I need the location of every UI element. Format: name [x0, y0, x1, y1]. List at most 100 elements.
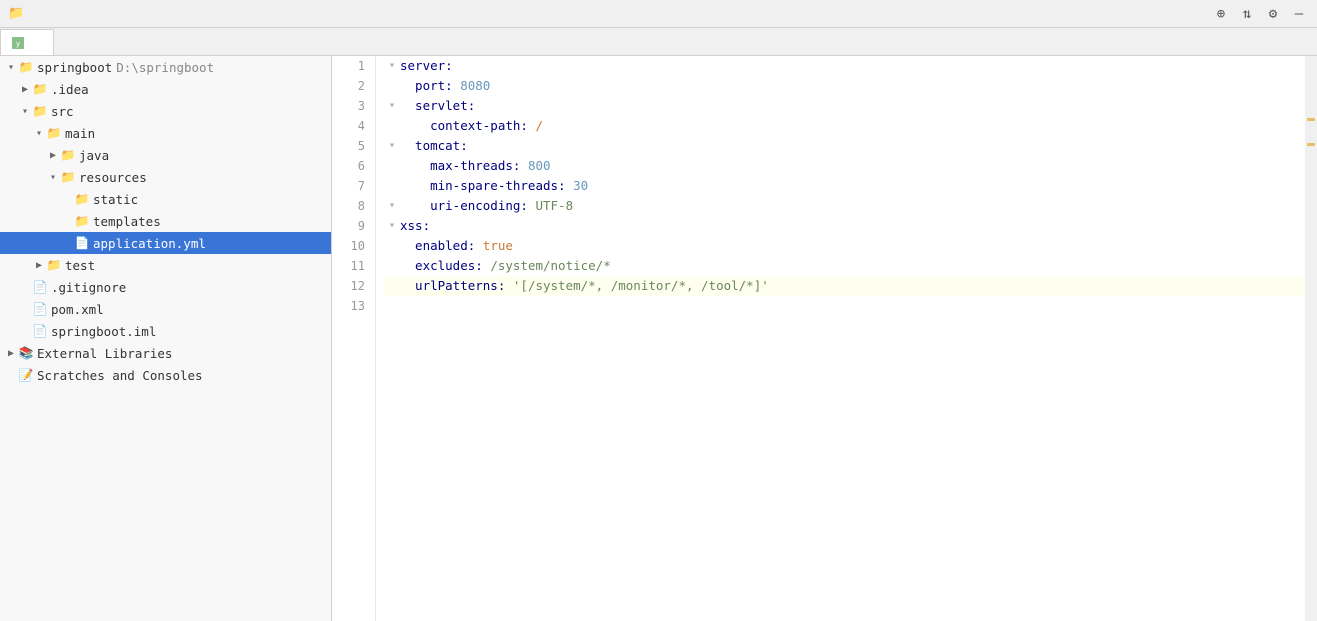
sidebar-item-test[interactable]: ▶📁test: [0, 254, 331, 276]
code-line-10: enabled: true: [384, 236, 1305, 256]
sidebar-item-gitignore[interactable]: 📄.gitignore: [0, 276, 331, 298]
toolbar-minimize-btn[interactable]: —: [1289, 4, 1309, 24]
code-line-4: context-path: /: [384, 116, 1305, 136]
code-line-5: ▾ tomcat:: [384, 136, 1305, 156]
fold-gutter-3[interactable]: ▾: [384, 96, 400, 116]
toolbar-add-btn[interactable]: ⊕: [1211, 4, 1231, 24]
tree-label-templates: templates: [93, 214, 161, 229]
code-segment: true: [483, 236, 513, 256]
sidebar-item-main[interactable]: ▾📁main: [0, 122, 331, 144]
tab-bar: y: [0, 28, 1317, 56]
line-number-8: 8: [332, 196, 369, 216]
gutter-mark-2: [1307, 143, 1315, 146]
code-line-12: urlPatterns: '[/system/*, /monitor/*, /t…: [384, 276, 1305, 296]
line-number-2: 2: [332, 76, 369, 96]
tree-arrow-idea[interactable]: ▶: [18, 84, 32, 95]
sidebar-item-idea[interactable]: ▶📁.idea: [0, 78, 331, 100]
tree-label-springboot-root: springboot: [37, 60, 112, 75]
tree-label-resources: resources: [79, 170, 147, 185]
tree-label-src: src: [51, 104, 74, 119]
code-segment: server:: [400, 56, 453, 76]
code-line-11: excludes: /system/notice/*: [384, 256, 1305, 276]
project-icon: 📁: [18, 59, 34, 75]
yaml-file-icon: y: [11, 36, 25, 50]
code-line-6: max-threads: 800: [384, 156, 1305, 176]
code-segment: xss:: [400, 216, 430, 236]
fold-gutter-5[interactable]: ▾: [384, 136, 400, 156]
tree-arrow-java[interactable]: ▶: [46, 150, 60, 161]
sidebar-item-scratches[interactable]: 📝Scratches and Consoles: [0, 364, 331, 386]
toolbar-layout-btn[interactable]: ⇅: [1237, 4, 1257, 24]
folder-icon: 📁: [74, 213, 90, 229]
folder-icon: 📁: [46, 125, 62, 141]
tab-close-btn[interactable]: [37, 42, 43, 44]
sidebar-item-src[interactable]: ▾📁src: [0, 100, 331, 122]
sidebar-item-java[interactable]: ▶📁java: [0, 144, 331, 166]
tree-label-java: java: [79, 148, 109, 163]
sidebar-item-application-yml[interactable]: 📄application.yml: [0, 232, 331, 254]
fold-gutter-8[interactable]: ▾: [384, 196, 400, 216]
gutter-mark-1: [1307, 118, 1315, 121]
xml-icon: 📄: [32, 301, 48, 317]
right-gutter: [1305, 56, 1317, 621]
tree-arrow-main[interactable]: ▾: [32, 128, 46, 139]
fold-gutter-9[interactable]: ▾: [384, 216, 400, 236]
folder-res-icon: 📁: [60, 169, 76, 185]
tree-path-springboot-root: D:\springboot: [116, 60, 214, 75]
line-number-3: 3: [332, 96, 369, 116]
tree-label-test: test: [65, 258, 95, 273]
tree-arrow-test[interactable]: ▶: [32, 260, 46, 271]
line-number-6: 6: [332, 156, 369, 176]
code-line-13: [384, 296, 1305, 316]
lib-icon: 📚: [18, 345, 34, 361]
code-line-9: ▾xss:: [384, 216, 1305, 236]
tab-application-yml[interactable]: y: [0, 29, 54, 55]
tree-label-springboot-iml: springboot.iml: [51, 324, 156, 339]
folder-icon: 📁: [32, 81, 48, 97]
tree-arrow-external-libraries[interactable]: ▶: [4, 348, 18, 359]
sidebar-item-templates[interactable]: 📁templates: [0, 210, 331, 232]
svg-text:y: y: [16, 40, 20, 48]
main-area: ▾📁springboot D:\springboot▶📁.idea▾📁src▾📁…: [0, 56, 1317, 621]
code-segment: 800: [528, 156, 551, 176]
code-segment: uri-encoding:: [400, 196, 535, 216]
toolbar-settings-btn[interactable]: ⚙: [1263, 4, 1283, 24]
code-line-2: port: 8080: [384, 76, 1305, 96]
sidebar-item-pom-xml[interactable]: 📄pom.xml: [0, 298, 331, 320]
tree-label-gitignore: .gitignore: [51, 280, 126, 295]
sidebar-item-springboot-iml[interactable]: 📄springboot.iml: [0, 320, 331, 342]
code-segment: max-threads:: [400, 156, 528, 176]
fold-gutter-1[interactable]: ▾: [384, 56, 400, 76]
code-line-1: ▾server:: [384, 56, 1305, 76]
code-line-3: ▾ servlet:: [384, 96, 1305, 116]
line-number-4: 4: [332, 116, 369, 136]
folder-icon: 📁: [32, 103, 48, 119]
code-segment: context-path:: [400, 116, 535, 136]
code-segment: /system/notice/*: [490, 256, 610, 276]
line-number-5: 5: [332, 136, 369, 156]
sidebar-item-resources[interactable]: ▾📁resources: [0, 166, 331, 188]
yaml-icon: 📄: [74, 235, 90, 251]
tree-label-scratches: Scratches and Consoles: [37, 368, 203, 383]
sidebar-item-external-libraries[interactable]: ▶📚External Libraries: [0, 342, 331, 364]
code-line-7: min-spare-threads: 30: [384, 176, 1305, 196]
code-segment: 8080: [460, 76, 490, 96]
sidebar-item-springboot-root[interactable]: ▾📁springboot D:\springboot: [0, 56, 331, 78]
code-segment: excludes:: [400, 256, 490, 276]
code-segment: 30: [573, 176, 588, 196]
folder-icon: 📁: [46, 257, 62, 273]
line-number-1: 1: [332, 56, 369, 76]
tree-label-external-libraries: External Libraries: [37, 346, 172, 361]
line-number-13: 13: [332, 296, 369, 316]
line-number-11: 11: [332, 256, 369, 276]
tree-arrow-springboot-root[interactable]: ▾: [4, 62, 18, 73]
folder-icon: 📁: [74, 191, 90, 207]
code-segment: port:: [400, 76, 460, 96]
tree-arrow-src[interactable]: ▾: [18, 106, 32, 117]
sidebar-item-static[interactable]: 📁static: [0, 188, 331, 210]
editor-content[interactable]: ▾server: port: 8080▾ servlet: context-pa…: [376, 56, 1305, 621]
tree-label-main: main: [65, 126, 95, 141]
code-segment: enabled:: [400, 236, 483, 256]
tree-arrow-resources[interactable]: ▾: [46, 172, 60, 183]
editor-area: 12345678910111213 ▾server: port: 8080▾ s…: [332, 56, 1317, 621]
